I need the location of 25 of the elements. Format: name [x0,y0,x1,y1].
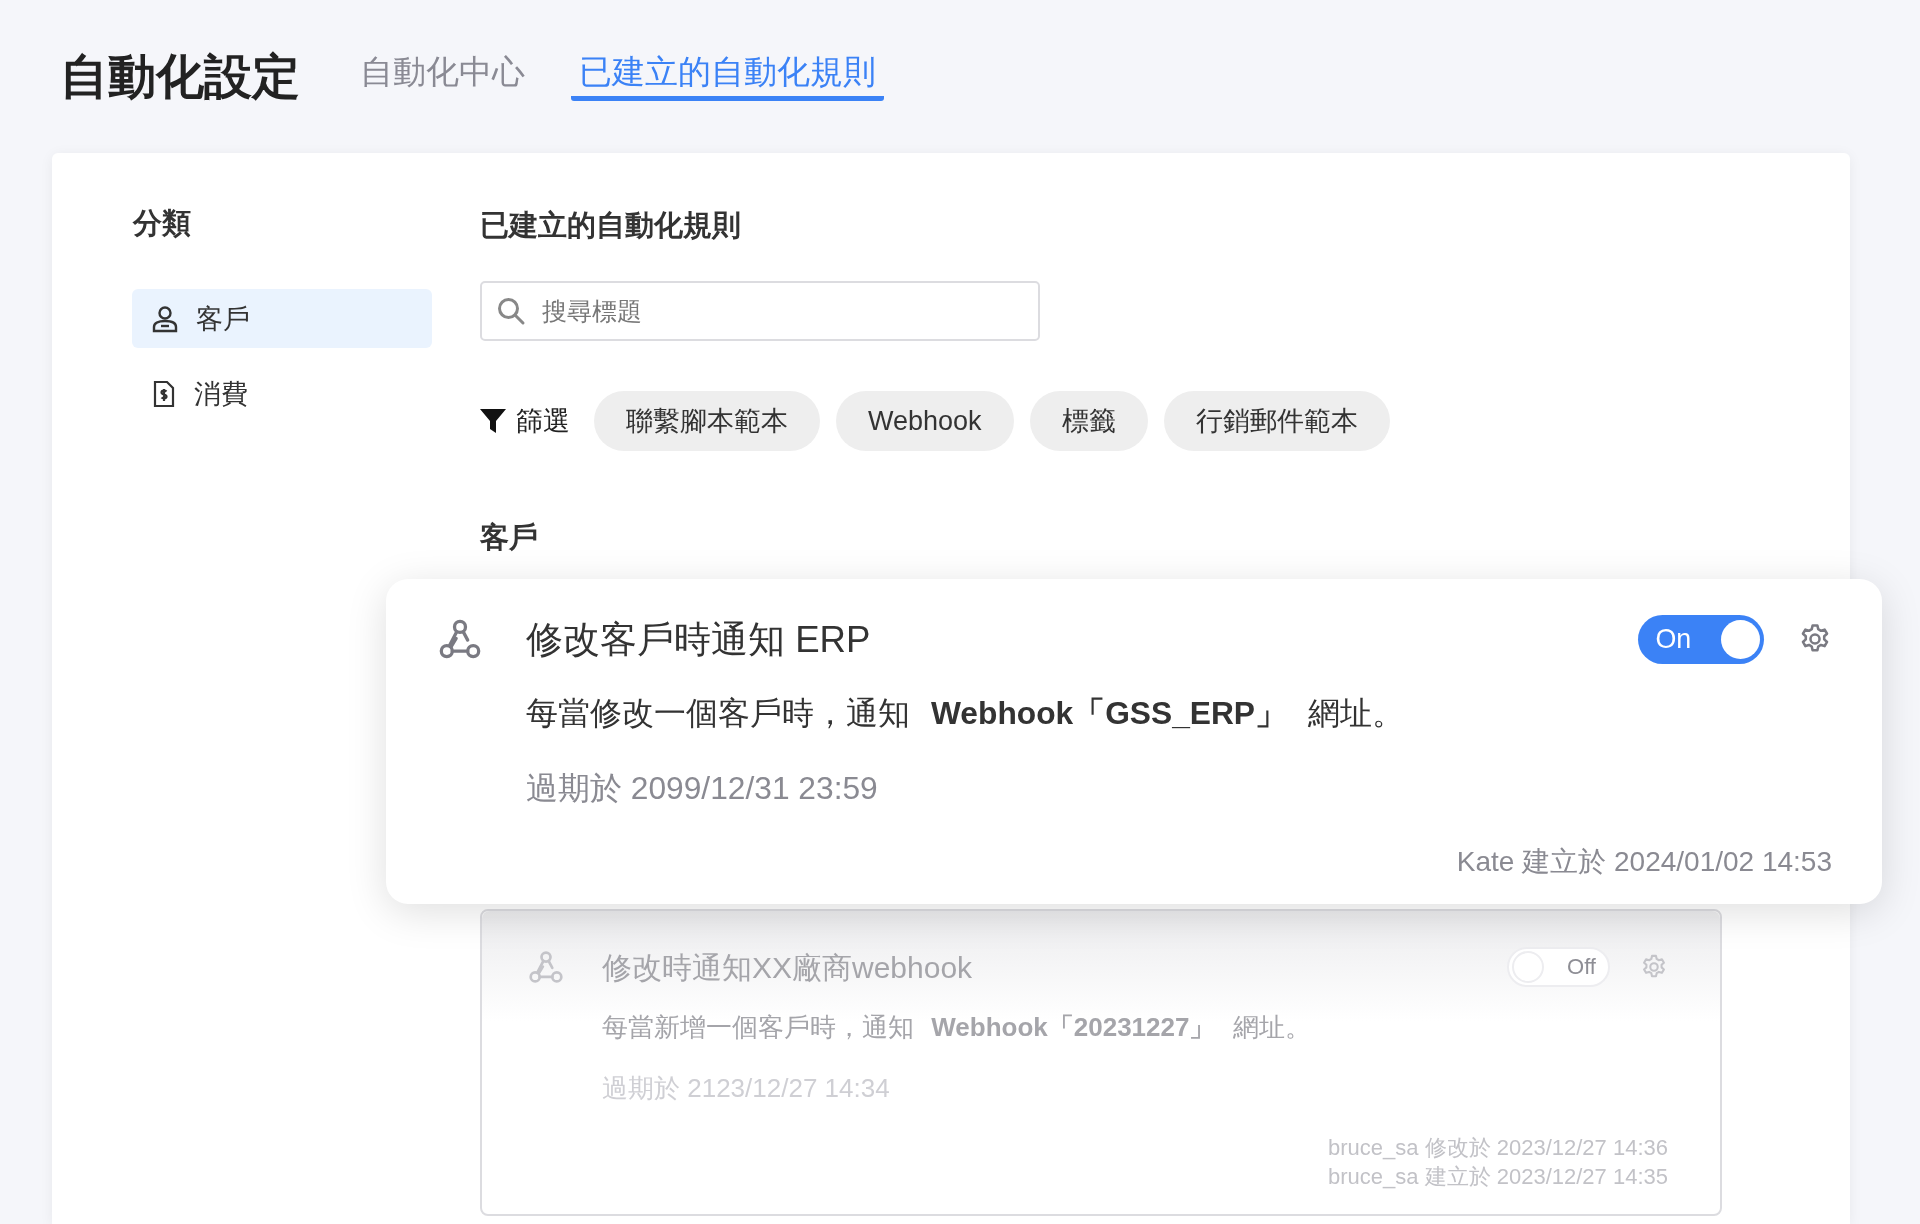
toggle-switch[interactable]: On [1638,615,1764,664]
receipt-icon [152,379,176,408]
group-title: 客戶 [480,520,539,555]
audit-text: bruce_sa 建立於 2023/12/27 14:35 [1328,1163,1668,1191]
search-icon [496,296,526,326]
rule-title: 修改客戶時通知 ERP [526,617,872,662]
filter-chip[interactable]: Webhook [836,391,1014,451]
filter-icon [480,409,506,433]
search-field[interactable]: 搜尋標題 [480,281,1040,341]
sidebar-title: 分類 [132,206,192,241]
rule-title: 修改時通知XX廠商webhook [602,949,974,986]
section-title: 已建立的自動化規則 [480,208,742,243]
filter-chip[interactable]: 聯繫腳本範本 [594,391,820,451]
person-icon [152,304,178,333]
audit-text: bruce_sa 修改於 2023/12/27 14:36 [1328,1134,1668,1163]
expiry-date: 過期於 2099/12/31 23:59 [526,768,879,808]
audit-text: Kate 建立於 2024/01/02 14:53 [1456,844,1832,879]
rule-description: 每當修改一個客戶時，通知 Webhook「GSS_ERP」 網址。 [526,693,1405,733]
rule-description: 每當新增一個客戶時，通知 Webhook「20231227」 網址。 [602,1011,1312,1044]
filter-chip[interactable]: 標籤 [1029,391,1148,451]
filter-chip[interactable]: 行銷郵件範本 [1163,391,1390,451]
sidebar-item[interactable]: 消費 [132,364,432,423]
page-title: 自動化設定 [60,52,300,101]
sidebar-item[interactable]: 客戶 [132,289,432,348]
filter-label: 篩選 [516,405,570,438]
